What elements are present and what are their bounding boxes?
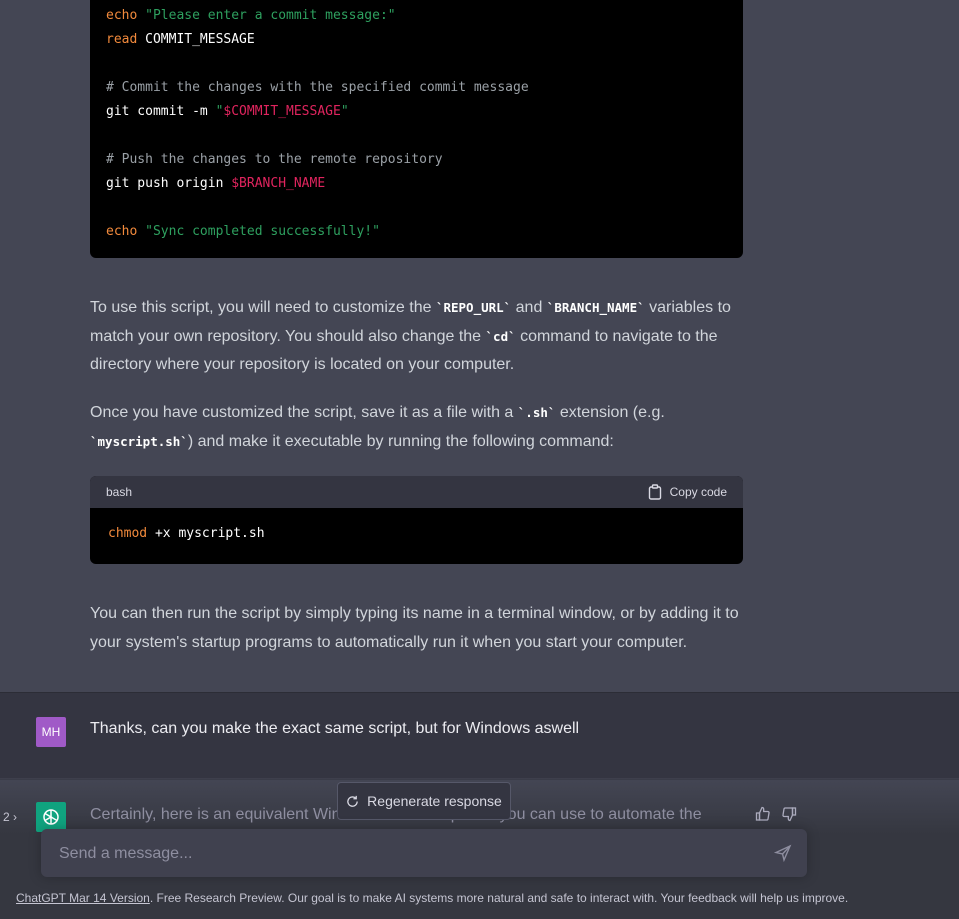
code-language: bash <box>106 485 133 499</box>
code-token: " <box>340 104 349 119</box>
code-header: bash Copy code <box>90 476 743 508</box>
paragraph-customize: To use this script, you will need to cus… <box>90 294 750 380</box>
user-message: MH Thanks, can you make the exact same s… <box>0 692 959 780</box>
footer: ChatGPT Mar 14 Version. Free Research Pr… <box>16 891 848 905</box>
user-message-text: Thanks, can you make the exact same scri… <box>90 720 580 737</box>
text: extension (e.g. <box>555 404 665 421</box>
inline-code-sh: `.sh` <box>517 405 556 420</box>
code-args: +x myscript.sh <box>147 526 265 541</box>
thumbs-down-icon[interactable] <box>781 806 797 822</box>
copy-code-button[interactable]: Copy code <box>648 484 727 500</box>
code-line: git push origin $BRANCH_NAME <box>106 172 529 196</box>
code-command: chmod <box>108 526 148 541</box>
chatgpt-logo-icon <box>36 802 66 832</box>
code-line: read COMMIT_MESSAGE <box>106 28 529 52</box>
paragraph-save: Once you have customized the script, sav… <box>90 399 750 456</box>
code-content: echo "Please enter a commit message:" rea… <box>106 4 529 244</box>
code-token: $BRANCH_NAME <box>231 176 326 191</box>
regenerate-label: Regenerate response <box>367 793 502 809</box>
text: Once you have customized the script, sav… <box>90 404 518 421</box>
message-composer <box>41 829 807 879</box>
code-token: $COMMIT_MESSAGE <box>223 104 341 119</box>
refresh-icon <box>347 795 358 807</box>
code-line: # Push the changes to the remote reposit… <box>106 148 529 172</box>
code-token: git push origin <box>106 176 232 191</box>
inline-code-myscript: `myscript.sh` <box>90 433 188 449</box>
regenerate-response-button[interactable]: Regenerate response <box>337 782 511 820</box>
version-link[interactable]: ChatGPT Mar 14 Version <box>16 891 150 905</box>
send-icon[interactable] <box>773 843 793 863</box>
code-line: git commit -m "$COMMIT_MESSAGE" <box>106 100 529 124</box>
code-token: "Sync completed successfully!" <box>145 224 380 239</box>
inline-code-branch-name: `BRANCH_NAME` <box>546 300 645 315</box>
avatar: MH <box>36 717 66 747</box>
code-token: COMMIT_MESSAGE <box>137 32 255 47</box>
code-block-bash: bash Copy code chmod +x myscript.sh <box>90 476 743 564</box>
text: To use this script, you will need to cus… <box>90 299 436 316</box>
paragraph-run: You can then run the script by simply ty… <box>90 605 739 651</box>
text: and <box>511 299 547 316</box>
inline-code-repo-url: `REPO_URL` <box>435 300 512 315</box>
code-token: # Commit the changes with the specified … <box>106 80 529 95</box>
code-token: git commit -m <box>106 104 216 119</box>
message-input[interactable] <box>57 829 741 879</box>
code-line: # Commit the changes with the specified … <box>106 76 529 100</box>
inline-code-cd: `cd` <box>485 328 516 344</box>
assistant-message: echo "Please enter a commit message:" rea… <box>0 0 959 692</box>
clipboard-icon <box>648 484 661 500</box>
composer-area: 2 › Certainly, here is an equivalent Win… <box>0 778 959 919</box>
code-line: echo "Sync completed successfully!" <box>106 220 529 244</box>
feedback-buttons <box>755 806 797 822</box>
code-token: echo <box>106 224 138 239</box>
thumbs-up-icon[interactable] <box>755 806 771 822</box>
code-token: read <box>106 32 138 47</box>
code-token: echo <box>106 8 138 23</box>
code-block-script: echo "Please enter a commit message:" rea… <box>90 0 743 258</box>
copy-code-label: Copy code <box>669 485 727 499</box>
code-token: "Please enter a commit message:" <box>145 8 396 23</box>
code-token: # Push the changes to the remote reposit… <box>106 152 443 167</box>
response-pager[interactable]: 2 › <box>3 810 17 824</box>
text: ) and make it executable by running the … <box>187 432 614 450</box>
code-body: chmod +x myscript.sh <box>90 508 743 559</box>
footer-text: . Free Research Preview. Our goal is to … <box>149 891 849 905</box>
code-line: echo "Please enter a commit message:" <box>106 4 529 28</box>
